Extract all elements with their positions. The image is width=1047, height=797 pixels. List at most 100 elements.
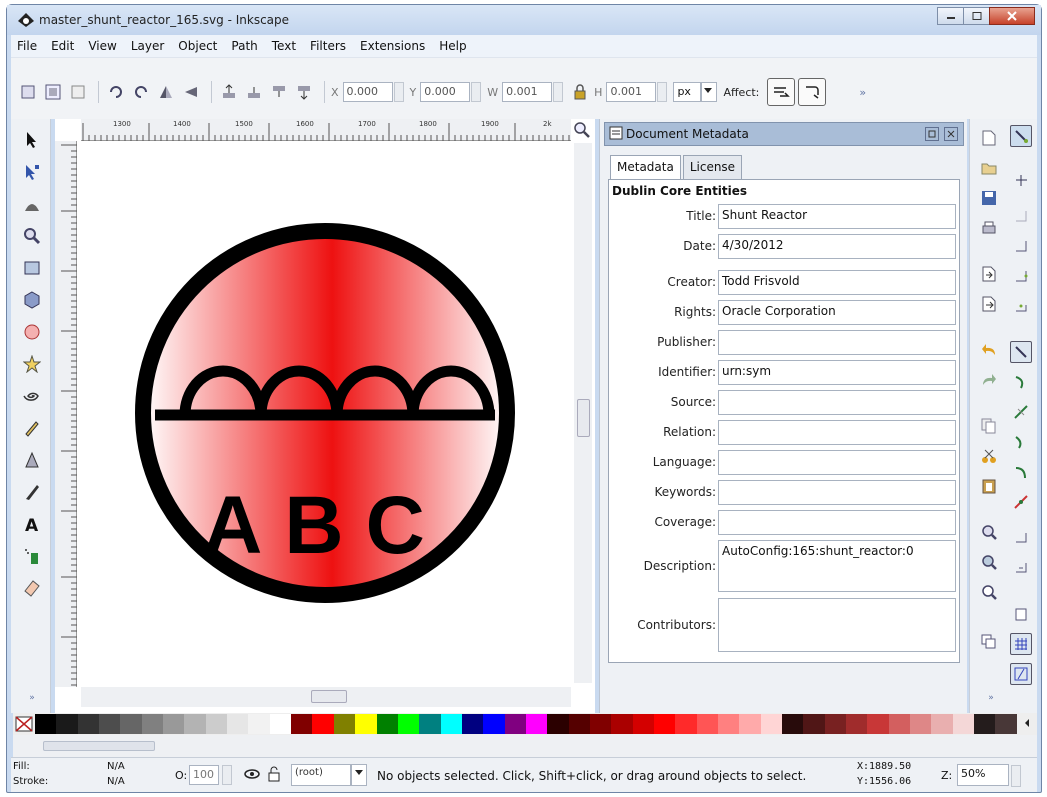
source-input[interactable] [718,390,956,415]
panel-iconify-icon[interactable] [925,127,939,141]
snap-nodes-toggle[interactable] [1010,341,1032,363]
vertical-scrollbar[interactable] [574,143,592,683]
enable-snapping-toggle[interactable] [1010,125,1032,147]
rectangle-tool-icon[interactable] [19,255,45,281]
color-swatch[interactable] [77,714,100,734]
minimize-button[interactable] [937,7,964,25]
chevron-down-icon[interactable] [701,82,718,102]
creator-input[interactable]: Todd Frisvold [718,270,956,295]
zoom-tool-icon[interactable] [19,223,45,249]
ellipse-tool-icon[interactable] [19,319,45,345]
opacity-input[interactable]: 100 [189,765,219,785]
horizontal-ruler[interactable]: 1300 1400 1500 1600 1700 1800 1900 2k [81,119,571,141]
commands-overflow-button[interactable]: » [980,687,1002,709]
close-button[interactable] [989,7,1035,25]
keywords-input[interactable] [718,480,956,505]
color-swatch[interactable] [99,714,121,734]
3d-box-tool-icon[interactable] [19,287,45,313]
panel-close-icon[interactable] [944,127,958,141]
color-swatch[interactable] [803,714,825,734]
snap-paths-icon[interactable] [1010,371,1032,393]
snap-rotation-center-icon[interactable] [1010,557,1032,579]
select-all-layers-icon[interactable] [42,81,64,103]
color-swatch[interactable] [248,714,270,734]
menu-path[interactable]: Path [231,39,257,53]
deselect-icon[interactable] [67,81,89,103]
menu-layer[interactable]: Layer [131,39,164,53]
redo-icon[interactable] [978,369,1000,391]
rotate-cw-icon[interactable] [130,81,152,103]
color-swatch[interactable] [291,714,313,734]
current-layer-select[interactable]: (root) [291,764,351,786]
color-swatch[interactable] [461,714,484,734]
color-swatch[interactable] [525,714,548,734]
color-swatch[interactable] [547,714,569,734]
rights-input[interactable]: Oracle Corporation [718,300,956,325]
color-swatch[interactable] [333,714,356,734]
snap-grid-toggle[interactable] [1010,633,1032,655]
color-swatch[interactable] [141,714,164,734]
color-swatch[interactable] [846,714,868,734]
snap-cusp-nodes-icon[interactable] [1010,431,1032,453]
color-swatch[interactable] [611,714,633,734]
undo-icon[interactable] [978,339,1000,361]
height-spinner[interactable] [657,82,668,102]
menu-filters[interactable]: Filters [310,39,346,53]
rotate-ccw-icon[interactable] [105,81,127,103]
spiral-tool-icon[interactable] [19,383,45,409]
chevron-down-icon[interactable] [351,764,367,786]
color-swatch[interactable] [440,714,462,734]
snap-intersections-icon[interactable] [1010,401,1032,423]
lock-icon[interactable] [569,81,591,103]
no-paint-swatch[interactable] [13,714,35,734]
save-icon[interactable] [978,187,1000,209]
color-swatch[interactable] [589,714,612,734]
color-swatch[interactable] [483,714,505,734]
publisher-input[interactable] [718,330,956,355]
text-tool-icon[interactable]: A [19,511,45,537]
snap-bbox-midpoint-icon[interactable] [1010,265,1032,287]
print-icon[interactable] [978,217,1000,239]
star-tool-icon[interactable] [19,351,45,377]
color-swatch[interactable] [888,714,911,734]
color-swatch[interactable] [205,714,228,734]
y-input[interactable]: 0.000 [420,82,471,102]
cut-icon[interactable] [978,445,1000,467]
x-spinner[interactable] [393,82,404,102]
color-swatch[interactable] [504,714,526,734]
coverage-input[interactable] [718,510,956,535]
tweak-tool-icon[interactable] [19,191,45,217]
zoom-drawing-icon[interactable] [978,551,1000,573]
color-swatch[interactable] [824,714,847,734]
color-swatch[interactable] [782,714,804,734]
snap-bbox-edge-icon[interactable] [1010,205,1032,227]
color-swatch[interactable] [35,714,57,734]
color-swatch[interactable] [974,714,996,734]
snap-bbox-center-icon[interactable] [1010,295,1032,317]
panel-title-bar[interactable]: Document Metadata [604,122,964,146]
snap-bbox-corner-icon[interactable] [1010,235,1032,257]
color-swatch[interactable] [312,714,334,734]
zoom-fit-icon[interactable] [573,121,591,142]
y-spinner[interactable] [471,82,482,102]
menu-edit[interactable]: Edit [51,39,74,53]
relation-input[interactable] [718,420,956,445]
color-swatch[interactable] [120,714,142,734]
eraser-tool-icon[interactable] [19,575,45,601]
layer-visibility-icon[interactable] [243,766,261,785]
stroke-value[interactable]: N/A [107,776,125,787]
palette-menu-icon[interactable] [1017,717,1037,731]
color-swatch[interactable] [696,714,718,734]
horizontal-scroll-thumb[interactable] [311,690,347,703]
color-swatch[interactable] [568,714,590,734]
tab-metadata[interactable]: Metadata [610,155,681,180]
language-input[interactable] [718,450,956,475]
color-swatch[interactable] [419,714,441,734]
palette-scroll-thumb[interactable] [43,741,155,751]
maximize-button[interactable] [963,7,990,25]
color-swatch[interactable] [376,714,398,734]
new-document-icon[interactable] [978,127,1000,149]
contributors-textarea[interactable] [718,598,956,652]
lower-to-bottom-icon[interactable] [293,81,315,103]
fill-value[interactable]: N/A [107,761,125,772]
